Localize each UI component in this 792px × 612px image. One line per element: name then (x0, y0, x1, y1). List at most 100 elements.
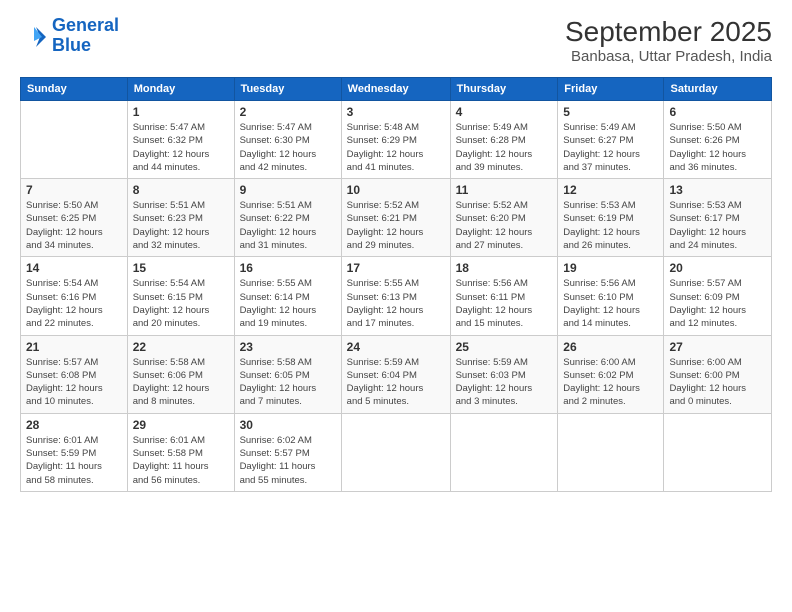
calendar-cell: 20Sunrise: 5:57 AM Sunset: 6:09 PM Dayli… (664, 257, 772, 335)
weekday-saturday: Saturday (664, 78, 772, 101)
day-number: 12 (563, 183, 658, 197)
day-info: Sunrise: 6:01 AM Sunset: 5:59 PM Dayligh… (26, 434, 122, 487)
day-info: Sunrise: 5:57 AM Sunset: 6:08 PM Dayligh… (26, 356, 122, 409)
logo-icon (20, 23, 48, 51)
calendar-cell: 4 Sunrise: 5:49 AM Sunset: 6:28 PM Daylig… (450, 101, 558, 179)
calendar-table: SundayMondayTuesdayWednesdayThursdayFrid… (20, 77, 772, 492)
day-info: Sunrise: 5:54 AM Sunset: 6:15 PM Dayligh… (133, 277, 229, 330)
weekday-wednesday: Wednesday (341, 78, 450, 101)
logo: General Blue (20, 16, 119, 56)
calendar-cell: 25 Sunrise: 5:59 AM Sunset: 6:03 PM Dayli… (450, 335, 558, 413)
calendar-cell: 29 Sunrise: 6:01 AM Sunset: 5:58 PM Dayli… (127, 413, 234, 491)
day-number: 21 (26, 340, 122, 354)
day-number: 13 (669, 183, 766, 197)
day-info: Sunrise: 5:47 AM Sunset: 6:30 PM Dayligh… (240, 121, 336, 174)
day-info: Sunrise: 5:58 AM Sunset: 6:05 PM Dayligh… (240, 356, 336, 409)
day-number: 2 (240, 105, 336, 119)
calendar-subtitle: Banbasa, Uttar Pradesh, India (565, 48, 772, 65)
logo-text: General Blue (52, 16, 119, 56)
calendar-cell: 28Sunrise: 6:01 AM Sunset: 5:59 PM Dayli… (21, 413, 128, 491)
calendar-cell: 8 Sunrise: 5:51 AM Sunset: 6:23 PM Daylig… (127, 179, 234, 257)
day-number: 15 (133, 261, 229, 275)
day-number: 27 (669, 340, 766, 354)
day-info: Sunrise: 5:57 AM Sunset: 6:09 PM Dayligh… (669, 277, 766, 330)
week-row-1: 1 Sunrise: 5:47 AM Sunset: 6:32 PM Daylig… (21, 101, 772, 179)
day-info: Sunrise: 5:59 AM Sunset: 6:03 PM Dayligh… (456, 356, 553, 409)
day-info: Sunrise: 5:55 AM Sunset: 6:14 PM Dayligh… (240, 277, 336, 330)
page: General Blue September 2025 Banbasa, Utt… (0, 0, 792, 612)
day-info: Sunrise: 5:52 AM Sunset: 6:21 PM Dayligh… (347, 199, 445, 252)
calendar-cell: 1 Sunrise: 5:47 AM Sunset: 6:32 PM Daylig… (127, 101, 234, 179)
calendar-cell: 24Sunrise: 5:59 AM Sunset: 6:04 PM Dayli… (341, 335, 450, 413)
calendar-cell: 23 Sunrise: 5:58 AM Sunset: 6:05 PM Dayli… (234, 335, 341, 413)
day-number: 8 (133, 183, 229, 197)
header: General Blue September 2025 Banbasa, Utt… (20, 16, 772, 65)
calendar-cell: 27 Sunrise: 6:00 AM Sunset: 6:00 PM Dayli… (664, 335, 772, 413)
day-info: Sunrise: 5:56 AM Sunset: 6:10 PM Dayligh… (563, 277, 658, 330)
calendar-cell: 9 Sunrise: 5:51 AM Sunset: 6:22 PM Daylig… (234, 179, 341, 257)
day-number: 4 (456, 105, 553, 119)
day-number: 22 (133, 340, 229, 354)
day-info: Sunrise: 5:49 AM Sunset: 6:28 PM Dayligh… (456, 121, 553, 174)
calendar-cell: 19 Sunrise: 5:56 AM Sunset: 6:10 PM Dayli… (558, 257, 664, 335)
week-row-2: 7 Sunrise: 5:50 AM Sunset: 6:25 PM Daylig… (21, 179, 772, 257)
day-info: Sunrise: 6:00 AM Sunset: 6:00 PM Dayligh… (669, 356, 766, 409)
day-info: Sunrise: 5:54 AM Sunset: 6:16 PM Dayligh… (26, 277, 122, 330)
calendar-cell: 16Sunrise: 5:55 AM Sunset: 6:14 PM Dayli… (234, 257, 341, 335)
day-number: 3 (347, 105, 445, 119)
day-number: 19 (563, 261, 658, 275)
day-number: 9 (240, 183, 336, 197)
day-info: Sunrise: 5:47 AM Sunset: 6:32 PM Dayligh… (133, 121, 229, 174)
weekday-header-row: SundayMondayTuesdayWednesdayThursdayFrid… (21, 78, 772, 101)
day-number: 23 (240, 340, 336, 354)
day-number: 10 (347, 183, 445, 197)
day-info: Sunrise: 6:00 AM Sunset: 6:02 PM Dayligh… (563, 356, 658, 409)
calendar-title: September 2025 (565, 16, 772, 48)
week-row-4: 21 Sunrise: 5:57 AM Sunset: 6:08 PM Dayli… (21, 335, 772, 413)
calendar-cell: 17 Sunrise: 5:55 AM Sunset: 6:13 PM Dayli… (341, 257, 450, 335)
day-info: Sunrise: 5:51 AM Sunset: 6:22 PM Dayligh… (240, 199, 336, 252)
day-info: Sunrise: 5:49 AM Sunset: 6:27 PM Dayligh… (563, 121, 658, 174)
day-info: Sunrise: 5:53 AM Sunset: 6:19 PM Dayligh… (563, 199, 658, 252)
weekday-tuesday: Tuesday (234, 78, 341, 101)
day-info: Sunrise: 5:52 AM Sunset: 6:20 PM Dayligh… (456, 199, 553, 252)
calendar-cell: 3 Sunrise: 5:48 AM Sunset: 6:29 PM Daylig… (341, 101, 450, 179)
day-number: 30 (240, 418, 336, 432)
week-row-3: 14 Sunrise: 5:54 AM Sunset: 6:16 PM Dayli… (21, 257, 772, 335)
calendar-cell: 5Sunrise: 5:49 AM Sunset: 6:27 PM Daylig… (558, 101, 664, 179)
day-info: Sunrise: 5:53 AM Sunset: 6:17 PM Dayligh… (669, 199, 766, 252)
calendar-cell: 18Sunrise: 5:56 AM Sunset: 6:11 PM Dayli… (450, 257, 558, 335)
calendar-cell: 13 Sunrise: 5:53 AM Sunset: 6:17 PM Dayli… (664, 179, 772, 257)
calendar-cell: 10 Sunrise: 5:52 AM Sunset: 6:21 PM Dayli… (341, 179, 450, 257)
calendar-cell: 12 Sunrise: 5:53 AM Sunset: 6:19 PM Dayli… (558, 179, 664, 257)
day-number: 1 (133, 105, 229, 119)
calendar-cell: 11 Sunrise: 5:52 AM Sunset: 6:20 PM Dayli… (450, 179, 558, 257)
day-info: Sunrise: 6:02 AM Sunset: 5:57 PM Dayligh… (240, 434, 336, 487)
weekday-monday: Monday (127, 78, 234, 101)
calendar-cell (21, 101, 128, 179)
day-number: 18 (456, 261, 553, 275)
day-number: 14 (26, 261, 122, 275)
day-number: 26 (563, 340, 658, 354)
day-number: 7 (26, 183, 122, 197)
weekday-thursday: Thursday (450, 78, 558, 101)
day-number: 24 (347, 340, 445, 354)
calendar-cell: 26 Sunrise: 6:00 AM Sunset: 6:02 PM Dayli… (558, 335, 664, 413)
day-info: Sunrise: 5:51 AM Sunset: 6:23 PM Dayligh… (133, 199, 229, 252)
day-info: Sunrise: 5:50 AM Sunset: 6:25 PM Dayligh… (26, 199, 122, 252)
day-number: 25 (456, 340, 553, 354)
week-row-5: 28Sunrise: 6:01 AM Sunset: 5:59 PM Dayli… (21, 413, 772, 491)
day-info: Sunrise: 5:55 AM Sunset: 6:13 PM Dayligh… (347, 277, 445, 330)
calendar-cell: 14 Sunrise: 5:54 AM Sunset: 6:16 PM Dayli… (21, 257, 128, 335)
calendar-cell: 30 Sunrise: 6:02 AM Sunset: 5:57 PM Dayli… (234, 413, 341, 491)
day-number: 29 (133, 418, 229, 432)
calendar-cell (664, 413, 772, 491)
day-number: 6 (669, 105, 766, 119)
day-info: Sunrise: 6:01 AM Sunset: 5:58 PM Dayligh… (133, 434, 229, 487)
calendar-cell (558, 413, 664, 491)
day-number: 11 (456, 183, 553, 197)
day-info: Sunrise: 5:48 AM Sunset: 6:29 PM Dayligh… (347, 121, 445, 174)
day-number: 17 (347, 261, 445, 275)
calendar-cell: 22Sunrise: 5:58 AM Sunset: 6:06 PM Dayli… (127, 335, 234, 413)
calendar-cell: 21 Sunrise: 5:57 AM Sunset: 6:08 PM Dayli… (21, 335, 128, 413)
